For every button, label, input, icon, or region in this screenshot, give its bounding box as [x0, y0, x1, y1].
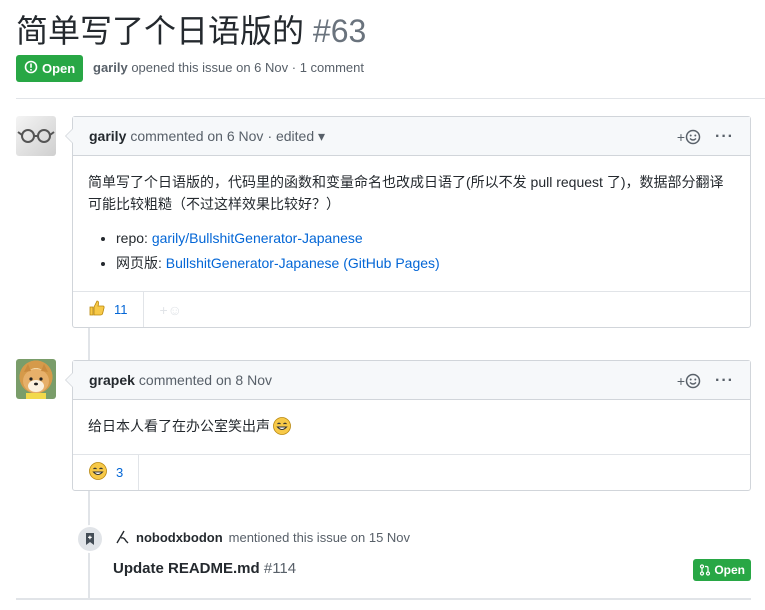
reaction-thumbs-up[interactable]: 11: [73, 292, 144, 327]
glasses-icon: [17, 129, 55, 143]
plus-smiley-icon: +☺: [159, 301, 182, 318]
add-reaction-button[interactable]: +: [677, 373, 701, 389]
comment: grapek commented on 8 Nov + ··· 给日本人看了在办…: [65, 360, 751, 491]
comment-body: 给日本人看了在办公室笑出声: [73, 400, 750, 437]
issue-meta-text: opened this issue on 6 Nov · 1 comment: [131, 60, 364, 75]
comment: garily commented on 6 Nov · edited ▾ + ·…: [65, 116, 751, 328]
event-text[interactable]: mentioned this issue on 15 Nov: [229, 530, 410, 545]
add-reaction-inline[interactable]: +☺: [144, 292, 198, 327]
comment-text-row: 给日本人看了在办公室笑出声: [88, 415, 735, 437]
list-item: repo: garily/BullshitGenerator-Japanese: [116, 227, 735, 249]
comment-actions: + ···: [677, 117, 734, 156]
more-options-icon[interactable]: ···: [715, 128, 734, 146]
pull-request-icon: [700, 564, 711, 576]
comment-body: 简单写了个日语版的，代码里的函数和变量命名也改成日语了(所以不发 pull re…: [73, 156, 750, 274]
actor-avatar-icon[interactable]: [114, 529, 130, 545]
smiley-icon: [685, 129, 701, 144]
issue-author-link[interactable]: garily: [93, 60, 128, 75]
reactions-bar: 11 +☺: [73, 291, 750, 327]
comment-meta[interactable]: commented on 6 Nov: [130, 128, 263, 144]
header-divider: [16, 98, 765, 99]
comment-header: grapek commented on 8 Nov + ···: [73, 361, 750, 400]
comment-author-link[interactable]: grapek: [89, 372, 135, 388]
event-badge: [76, 525, 104, 553]
comment-text: 给日本人看了在办公室笑出声: [88, 418, 270, 434]
thumbs-up-icon: [88, 299, 106, 320]
ref-state-badge: Open: [693, 559, 751, 581]
ref-title-text: Update README.md: [113, 560, 260, 577]
reactions-bar: 3: [73, 454, 750, 490]
issue-number: #63: [312, 13, 367, 49]
pages-link[interactable]: BullshitGenerator-Japanese (GitHub Pages…: [166, 255, 440, 271]
issue-meta: garily opened this issue on 6 Nov · 1 co…: [93, 60, 364, 75]
grin-emoji-icon: [273, 417, 291, 435]
comment-list: repo: garily/BullshitGenerator-Japanese …: [88, 227, 735, 274]
comment-author-link[interactable]: garily: [89, 128, 126, 144]
comment-actions: + ···: [677, 361, 734, 400]
repo-link[interactable]: garily/BullshitGenerator-Japanese: [152, 230, 363, 246]
more-options-icon[interactable]: ···: [715, 372, 734, 390]
issue-opened-icon: [24, 60, 38, 77]
list-item-prefix: 网页版:: [116, 255, 166, 271]
plus-icon: +: [676, 372, 686, 389]
referenced-issue-link[interactable]: Update README.md #114: [113, 560, 296, 577]
smiley-icon: [685, 373, 701, 388]
bookmark-icon: [86, 533, 94, 545]
plus-icon: +: [676, 128, 686, 145]
comment-header: garily commented on 6 Nov · edited ▾ + ·…: [73, 117, 750, 156]
list-item-prefix: repo:: [116, 230, 152, 246]
ref-number: #114: [263, 560, 297, 577]
bottom-divider: [16, 598, 751, 600]
caret-down-icon: ▾: [318, 127, 326, 144]
issue-title-text: 简单写了个日语版的: [16, 13, 305, 49]
edited-label: · edited: [267, 127, 315, 144]
add-reaction-button[interactable]: +: [677, 129, 701, 145]
dog-icon: [23, 364, 49, 399]
reaction-count: 3: [116, 465, 124, 480]
timeline-line: [88, 327, 90, 360]
reaction-count: 11: [114, 302, 128, 317]
reaction-laugh[interactable]: 3: [73, 455, 140, 490]
ref-state-label: Open: [714, 563, 745, 577]
laugh-icon: [88, 461, 108, 484]
event-actor-link[interactable]: nobodxbodon: [136, 530, 223, 545]
avatar[interactable]: [16, 116, 56, 156]
list-item: 网页版: BullshitGenerator-Japanese (GitHub …: [116, 252, 735, 274]
issue-state-badge: Open: [16, 55, 84, 82]
event-line: nobodxbodon mentioned this issue on 15 N…: [114, 529, 410, 545]
comment-text: 简单写了个日语版的，代码里的函数和变量命名也改成日语了(所以不发 pull re…: [88, 174, 724, 212]
issue-title: 简单写了个日语版的 #63: [16, 10, 366, 52]
comment-meta[interactable]: commented on 8 Nov: [139, 372, 272, 388]
issue-state-label: Open: [42, 61, 76, 76]
avatar[interactable]: [16, 359, 56, 399]
edited-dropdown[interactable]: · edited ▾: [267, 128, 325, 145]
